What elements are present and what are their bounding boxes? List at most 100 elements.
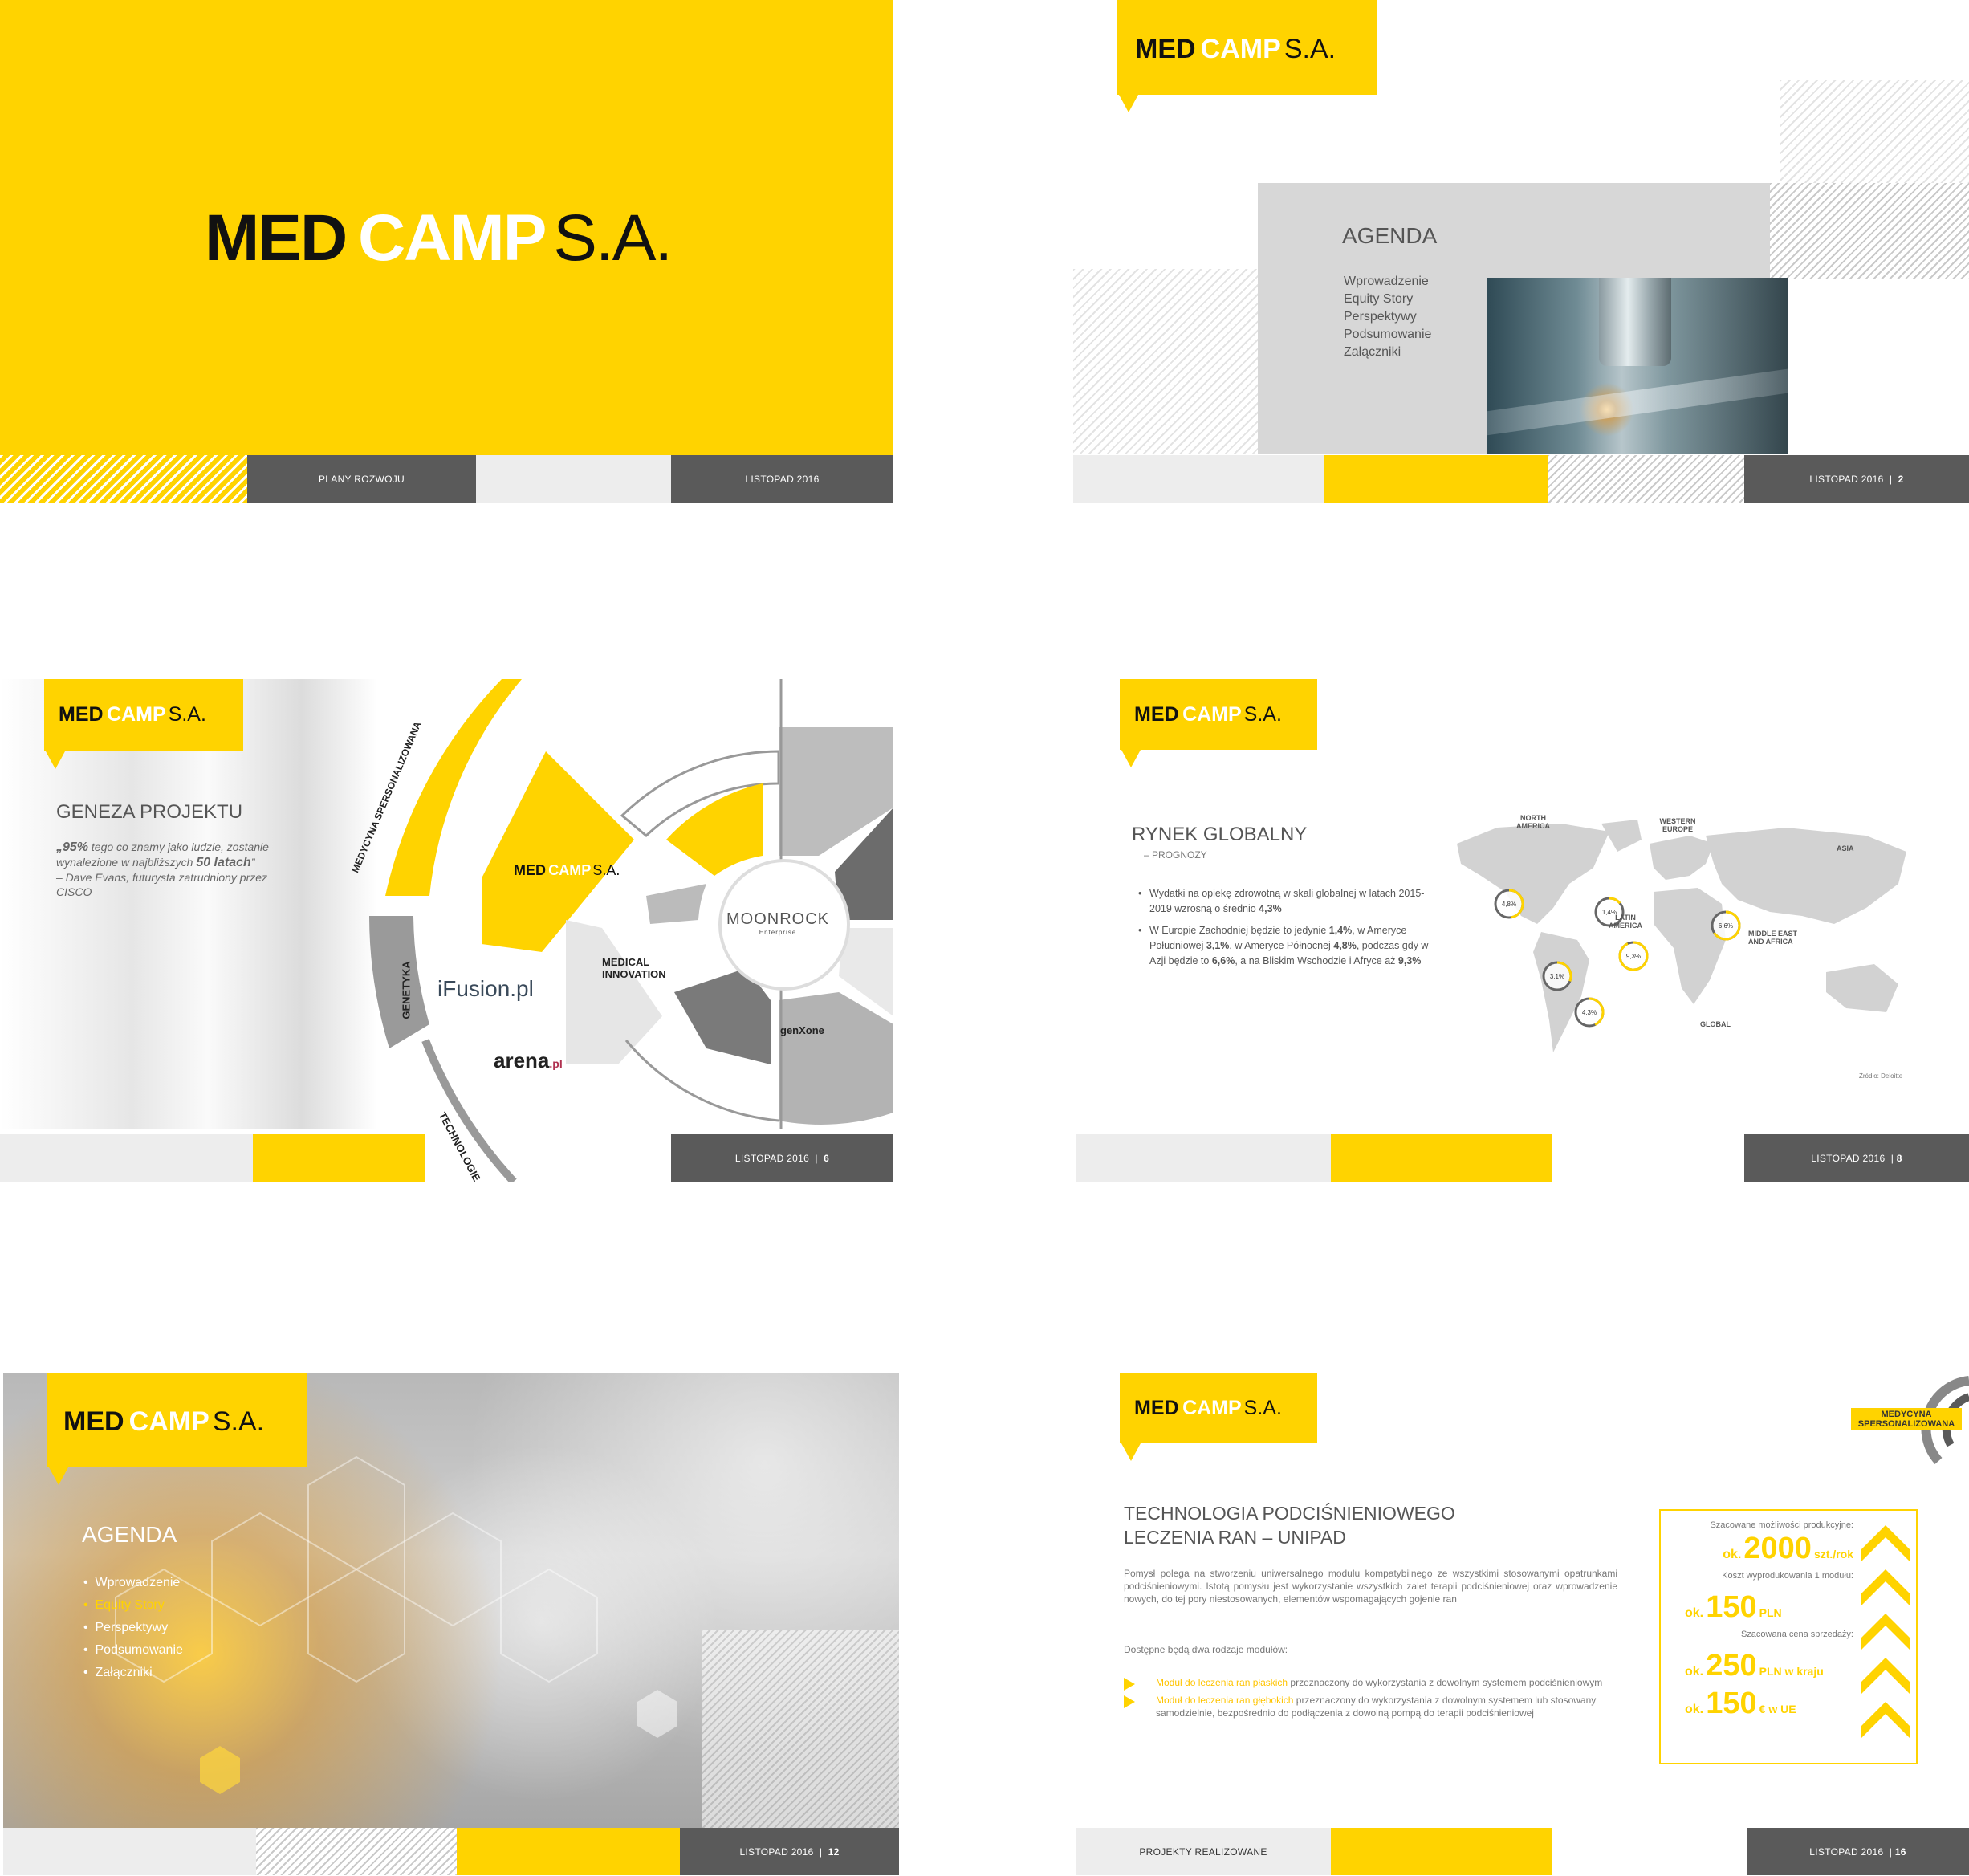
logo-tag: MED CAMP S.A. <box>47 1373 307 1485</box>
page-number: 8 <box>1896 1152 1902 1164</box>
footer-section-label: PROJEKTY REALIZOWANE <box>1076 1828 1331 1875</box>
agenda-item[interactable]: • Podsumowanie <box>83 1641 183 1660</box>
bullet-1: • Wydatki na opiekę zdrowotną w skali glo… <box>1138 888 1425 914</box>
footer-hatch <box>256 1828 457 1875</box>
region-label-middle-east-africa: MIDDLE EAST AND AFRICA <box>1748 930 1798 946</box>
brand-logo: MED CAMP S.A. <box>59 703 206 726</box>
region-label-global: GLOBAL <box>1700 1020 1731 1028</box>
footer-hatch <box>1548 455 1744 503</box>
map-asia <box>1706 828 1906 924</box>
stats-box: Szacowane możliwości produkcyjne: ok. 20… <box>1659 1509 1918 1764</box>
region-donut: 4,8% <box>1494 889 1524 919</box>
arc-label-genetyka: GENETYKA <box>400 961 413 1019</box>
slide-3: MED CAMP S.A. GENEZA PROJEKTU „95% tego co… <box>0 679 893 1182</box>
region-label-north-america: NORTH AMERICA <box>1516 814 1550 830</box>
logo-med: MED <box>205 201 348 275</box>
slide-title: GENEZA PROJEKTU <box>56 801 243 823</box>
donut-value: 6,6% <box>1719 922 1733 930</box>
panel-hatch <box>1770 183 1969 279</box>
arc-gray <box>369 916 429 1048</box>
region-donut: 6,6% <box>1711 910 1741 941</box>
logo-sa: S.A. <box>553 201 673 275</box>
region-donut: 9,3% <box>1618 941 1649 971</box>
brand-logo: MED CAMP S.A. <box>205 201 673 276</box>
module-item: Moduł do leczenia ran płaskich przeznacz… <box>1124 1676 1617 1691</box>
agenda-item[interactable]: Wprowadzenie <box>1344 275 1431 289</box>
agenda-item-active[interactable]: • Equity Story <box>83 1596 183 1615</box>
agenda-item[interactable]: Załączniki <box>1344 345 1431 360</box>
medical-innovation-logo: MEDICAL INNOVATION <box>602 956 666 980</box>
logo-camp: CAMP <box>357 201 547 275</box>
seg-yellow <box>666 783 763 876</box>
logo-tag: MED CAMP S.A. <box>1120 1373 1317 1461</box>
region-label-latin-america: LATIN AMERICA <box>1609 914 1642 930</box>
footer-date: LISTOPAD 2016 | 2 <box>1744 455 1969 503</box>
agenda-title: AGENDA <box>1342 223 1438 248</box>
footer-spacer <box>0 1134 253 1182</box>
agenda-item[interactable]: Equity Story <box>1344 292 1431 307</box>
wedge-yellow <box>482 751 634 952</box>
logo-tag: MED CAMP S.A. <box>1120 679 1317 767</box>
page-number: 6 <box>824 1152 830 1164</box>
modules-list: Moduł do leczenia ran płaskich przeznacz… <box>1124 1676 1617 1719</box>
genxone-logo: genXone <box>780 1024 824 1036</box>
stat-value: ok. 250 PLN w kraju <box>1685 1649 1824 1683</box>
brand-logo: MED CAMP S.A. <box>1134 703 1282 726</box>
page-number: 16 <box>1894 1845 1906 1858</box>
description: Pomysł polega na stworzeniu uniwersalneg… <box>1124 1568 1617 1605</box>
logo-tag: MED CAMP S.A. <box>44 679 243 769</box>
footer-date: LISTOPAD 2016 | 16 <box>1747 1828 1969 1875</box>
agenda-item[interactable]: Perspektywy <box>1344 310 1431 324</box>
stat-label: Koszt wyprodukowania 1 modułu: <box>1722 1571 1853 1581</box>
seg-gray-1 <box>646 884 706 924</box>
bullet-list: • Wydatki na opiekę zdrowotną w skali glo… <box>1138 886 1438 969</box>
donut-value: 4,3% <box>1582 1009 1597 1016</box>
agenda-item[interactable]: • Załączniki <box>83 1663 183 1683</box>
microscope-photo <box>1487 278 1788 454</box>
moonrock-logo: MOONROCK Enterprise <box>726 910 829 936</box>
stat-label: Szacowane możliwości produkcyjne: <box>1710 1520 1853 1530</box>
slide-title: RYNEK GLOBALNY <box>1132 824 1308 845</box>
page-number: 12 <box>828 1845 840 1858</box>
footer-date: LISTOPAD 2016 | 12 <box>680 1828 899 1875</box>
agenda-item[interactable]: • Perspektywy <box>83 1618 183 1638</box>
world-map: 4,8%1,4%6,6%3,1%9,3%4,3% <box>1457 820 1906 1052</box>
page-number: 2 <box>1898 473 1904 485</box>
footer-spacer <box>1076 1134 1331 1182</box>
donut-value: 4,8% <box>1502 901 1516 908</box>
map-africa <box>1654 888 1726 1004</box>
source-note: Źródło: Deloitte <box>1859 1072 1903 1080</box>
stats-content: Szacowane możliwości produkcyjne: ok. 20… <box>1669 1520 1853 1721</box>
footer-section-label: PLANY ROZWOJU <box>247 455 476 503</box>
footer-yellow <box>1331 1134 1552 1182</box>
slide-4: MED CAMP S.A. RYNEK GLOBALNY – PROGNOZY • W… <box>1076 679 1969 1182</box>
footer-yellow <box>253 1134 425 1182</box>
microscope-lens <box>1599 278 1671 366</box>
map-south-america <box>1533 932 1589 1052</box>
agenda-list: Wprowadzenie Equity Story Perspektywy Po… <box>1344 271 1431 363</box>
quote: „95% tego co znamy jako ludzie, zostanie… <box>56 840 269 898</box>
agenda-item[interactable]: • Wprowadzenie <box>83 1573 183 1593</box>
bg-hatch <box>1073 269 1258 454</box>
microscope-slide <box>1487 368 1788 436</box>
footer-yellow <box>1324 455 1548 503</box>
brand-logo: MED CAMP S.A. <box>1135 34 1336 64</box>
map-australia <box>1826 964 1898 1012</box>
region-donut: 3,1% <box>1542 961 1572 991</box>
agenda-item[interactable]: Podsumowanie <box>1344 328 1431 342</box>
bg-hatch <box>702 1630 899 1828</box>
agenda-title: AGENDA <box>82 1522 177 1547</box>
footer-spacer <box>1073 455 1324 503</box>
agenda-list: • Wprowadzenie • Equity Story • Perspekt… <box>83 1570 183 1686</box>
footer-yellow <box>1331 1828 1552 1875</box>
bullet-2: • W Europie Zachodniej będzie to jedynie … <box>1138 925 1429 966</box>
region-donut: 4,3% <box>1574 997 1605 1028</box>
brand-logo: MED CAMP S.A. <box>1134 1397 1282 1419</box>
stat-label: Szacowana cena sprzedaży: <box>1740 1630 1853 1639</box>
footer-spacer <box>476 455 671 503</box>
arena-logo: arena.pl <box>494 1048 563 1072</box>
personalized-medicine-badge: MEDYCYNA SPERSONALIZOWANA <box>1851 1408 1962 1430</box>
footer-date: LISTOPAD 2016 <box>671 455 893 503</box>
stat-value: ok. 150 € w UE <box>1685 1687 1796 1720</box>
slide-1: MED CAMP S.A. PLANY ROZWOJU LISTOPAD 2016 <box>0 0 893 503</box>
